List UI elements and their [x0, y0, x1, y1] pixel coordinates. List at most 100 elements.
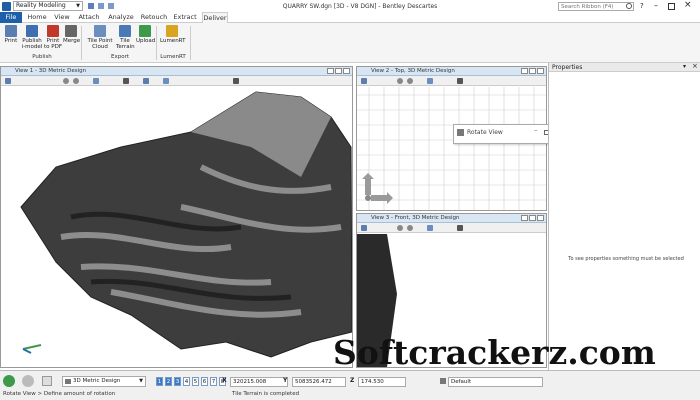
camera-icon[interactable] — [233, 78, 239, 84]
merge-label: Merge — [63, 38, 81, 44]
imodel-icon — [26, 25, 38, 37]
undo-icon[interactable] — [98, 3, 104, 9]
fit-view-icon[interactable] — [427, 78, 433, 84]
help-icon[interactable]: ? — [640, 2, 644, 10]
view-attributes-icon[interactable] — [5, 78, 11, 84]
view-previous-icon[interactable] — [163, 78, 169, 84]
tab-analyze[interactable]: Analyze — [107, 12, 135, 23]
zoom-out-icon[interactable] — [407, 225, 413, 231]
level-icon — [65, 379, 71, 384]
status-message-left: Rotate View > Define amount of rotation — [3, 391, 116, 397]
y-coordinate-field[interactable]: 5083526.472 — [292, 377, 346, 387]
view-3-toolbar[interactable] — [357, 223, 546, 233]
properties-panel[interactable]: Properties ▾ × To see properties somethi… — [548, 62, 700, 370]
fit-view-icon[interactable] — [427, 225, 433, 231]
pdf-icon — [47, 25, 59, 37]
upload-button[interactable]: Upload — [136, 25, 156, 44]
print-label: Print — [4, 38, 18, 44]
pan-view-icon[interactable] — [143, 78, 149, 84]
tab-extract[interactable]: Extract — [172, 12, 198, 23]
z-coordinate-field[interactable]: 174.530 — [358, 377, 406, 387]
tab-retouch[interactable]: Retouch — [140, 12, 168, 23]
dialog-minimize-button[interactable]: – — [534, 126, 538, 134]
print-to-pdf-button[interactable]: Print to PDF — [44, 25, 62, 50]
view-toggle-5[interactable]: 5 — [192, 377, 199, 386]
z-label: Z — [350, 377, 355, 384]
search-ribbon-input[interactable] — [558, 2, 634, 11]
tab-view[interactable]: View — [52, 12, 72, 23]
group-lumenrt-label: LumenRT — [160, 54, 186, 60]
maximize-button[interactable] — [668, 3, 675, 10]
upload-label: Upload — [136, 38, 156, 44]
view-toggle-6[interactable]: 6 — [201, 377, 208, 386]
zoom-out-icon[interactable] — [73, 78, 79, 84]
level-selector[interactable]: 3D Metric Design ▼ — [62, 376, 146, 387]
publish-imodel-button[interactable]: Publish i-model — [21, 25, 43, 50]
view-1-toolbar[interactable] — [1, 76, 352, 86]
zoom-in-icon[interactable] — [63, 78, 69, 84]
tab-home[interactable]: Home — [26, 12, 48, 23]
status-area: 3D Metric Design ▼ 1 2 3 4 5 6 7 8 X 320… — [0, 370, 700, 400]
ribbon-separator — [190, 26, 191, 60]
ribbon-separator — [81, 26, 82, 60]
rotate-view-dialog-title: Rotate View — [467, 129, 503, 136]
close-icon[interactable]: × — [692, 62, 698, 70]
app-selector[interactable]: Reality Modeling ▼ — [13, 1, 83, 11]
minimize-button[interactable]: – — [654, 1, 658, 10]
print-button[interactable]: Print — [3, 25, 19, 44]
chevron-down-icon[interactable]: ▼ — [139, 377, 143, 386]
x-coordinate-field[interactable]: 320215.008 — [230, 377, 288, 387]
lumenrt-button[interactable]: LumenRT — [160, 25, 186, 44]
merge-button[interactable]: Merge — [63, 25, 81, 44]
group-publish-label: Publish — [32, 54, 52, 60]
rotate-view-icon[interactable] — [457, 225, 463, 231]
tile-terrain-button[interactable]: Tile Terrain — [116, 25, 135, 50]
print-to-pdf-label: Print to PDF — [44, 38, 62, 50]
view-1-window[interactable]: View 1 - 3D Metric Design — [0, 66, 353, 368]
view-toggle-2[interactable]: 2 — [165, 377, 172, 386]
view-2-toolbar[interactable] — [357, 76, 546, 86]
tile-terrain-label: Tile Terrain — [116, 38, 135, 50]
terrain-icon — [119, 25, 131, 37]
view-toggle-3[interactable]: 3 — [174, 377, 181, 386]
zoom-out-icon[interactable] — [407, 78, 413, 84]
active-level-label: Default — [451, 379, 472, 385]
save-icon[interactable] — [88, 3, 94, 9]
tab-file[interactable]: File — [0, 12, 22, 23]
view-toggle-7[interactable]: 7 — [210, 377, 217, 386]
merge-icon — [65, 25, 77, 37]
tile-point-cloud-button[interactable]: Tile Point Cloud — [86, 25, 114, 50]
rotate-view-icon[interactable] — [123, 78, 129, 84]
ribbon-separator — [156, 26, 157, 60]
search-icon[interactable] — [626, 3, 632, 9]
tile-point-cloud-label: Tile Point Cloud — [87, 38, 113, 50]
tab-attach[interactable]: Attach — [77, 12, 101, 23]
element-selection-icon[interactable] — [42, 376, 52, 386]
terrain-render[interactable] — [1, 87, 352, 367]
ribbon: Print Publish i-model Print to PDF Merge… — [0, 23, 700, 63]
properties-empty-message: To see properties something must be sele… — [568, 256, 684, 262]
back-icon[interactable] — [3, 375, 15, 387]
view-attributes-icon[interactable] — [361, 78, 367, 84]
properties-header: Properties ▾ × — [549, 62, 700, 72]
chevron-down-icon[interactable]: ▼ — [76, 2, 80, 10]
view-1-title: View 1 - 3D Metric Design — [15, 68, 87, 74]
zoom-in-icon[interactable] — [397, 225, 403, 231]
active-level-field[interactable]: Default — [448, 377, 543, 387]
view-attributes-icon[interactable] — [361, 225, 367, 231]
view-toggle-4[interactable]: 4 — [183, 377, 190, 386]
view-2-background — [357, 87, 546, 210]
forward-icon[interactable] — [22, 375, 34, 387]
rotate-view-icon[interactable] — [457, 78, 463, 84]
view-toggle-1[interactable]: 1 — [156, 377, 163, 386]
pin-icon[interactable]: ▾ — [683, 63, 686, 70]
tab-deliver[interactable]: Deliver — [202, 12, 228, 23]
lumenrt-label: LumenRT — [160, 38, 186, 44]
view-2-header: View 2 - Top, 3D Metric Design — [357, 67, 546, 76]
zoom-in-icon[interactable] — [397, 78, 403, 84]
view-2-grid[interactable] — [357, 87, 546, 210]
ribbon-tabs: File Home View Attach Analyze Retouch Ex… — [0, 12, 700, 23]
close-button[interactable]: × — [684, 0, 692, 10]
redo-icon[interactable] — [108, 3, 114, 9]
fit-view-icon[interactable] — [93, 78, 99, 84]
